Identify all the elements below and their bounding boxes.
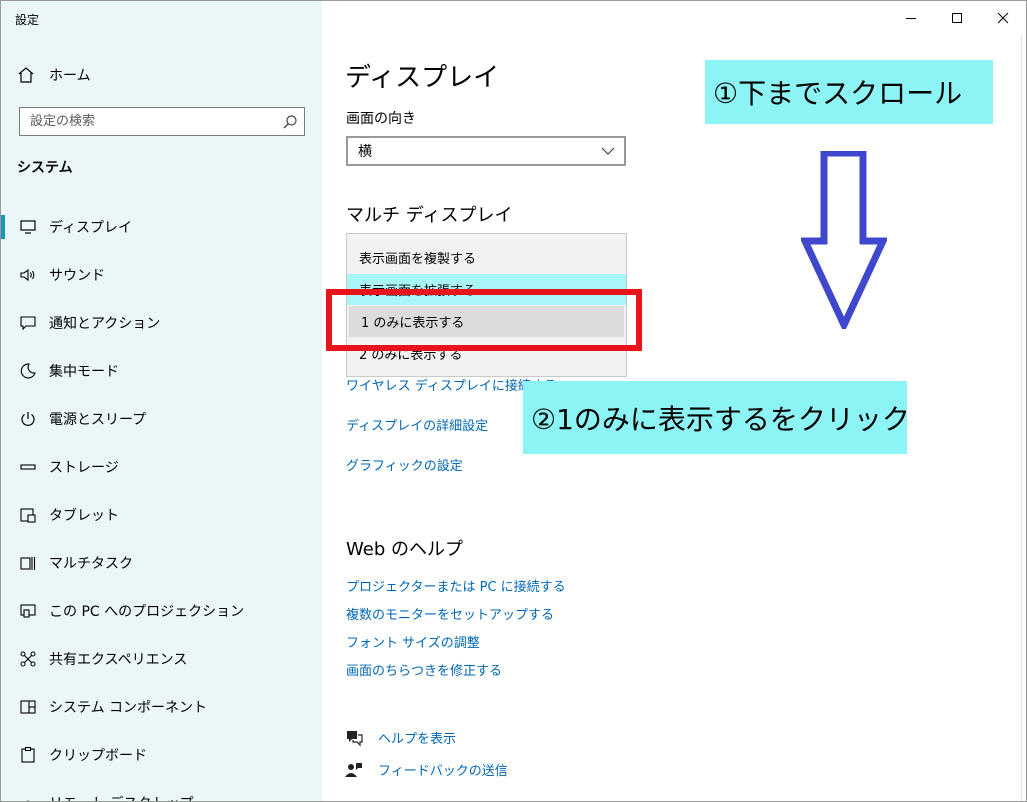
search-box[interactable] xyxy=(19,107,305,136)
annotation-step1-text: ①下までスクロール xyxy=(713,77,963,110)
multi-display-title: マルチ ディスプレイ xyxy=(346,205,513,226)
sidebar-item-label: ディスプレイ xyxy=(49,220,133,236)
sidebar-item-shared[interactable]: 共有エクスペリエンス xyxy=(1,635,322,683)
help-link-font-size[interactable]: フォント サイズの調整 xyxy=(346,632,480,651)
sidebar-item-clipboard[interactable]: クリップボード xyxy=(1,731,322,779)
power-icon xyxy=(18,409,38,429)
sidebar-item-focus[interactable]: 集中モード xyxy=(1,347,322,395)
down-arrow-icon xyxy=(799,149,889,334)
sidebar-item-power[interactable]: 電源とスリープ xyxy=(1,395,322,443)
sidebar-item-projection[interactable]: この PC へのプロジェクション xyxy=(1,587,322,635)
help-link-projector[interactable]: プロジェクターまたは PC に接続する xyxy=(346,576,566,595)
web-help-title: Web のヘルプ xyxy=(346,539,463,560)
scrollbar-track[interactable] xyxy=(1021,35,1022,801)
graphics-settings-link[interactable]: グラフィックの設定 xyxy=(346,455,463,474)
sidebar-item-notifications[interactable]: 通知とアクション xyxy=(1,299,322,347)
search-icon[interactable] xyxy=(282,114,298,134)
help-link-multi-monitor[interactable]: 複数のモニターをセットアップする xyxy=(346,604,554,623)
help-link-flicker[interactable]: 画面のちらつきを修正する xyxy=(346,660,502,679)
sidebar-item-components[interactable]: システム コンポーネント xyxy=(1,683,322,731)
storage-icon xyxy=(18,457,38,477)
annotation-step2: ②1のみに表示するをクリック xyxy=(523,381,910,454)
sidebar-item-label: ストレージ xyxy=(49,460,119,476)
home-link[interactable]: ホーム xyxy=(17,64,91,86)
sidebar-item-label: 集中モード xyxy=(49,364,119,380)
sidebar-item-display[interactable]: ディスプレイ xyxy=(1,203,322,251)
advanced-display-link[interactable]: ディスプレイの詳細設定 xyxy=(346,415,488,434)
dropdown-option-duplicate[interactable]: 表示画面を複製する xyxy=(347,242,626,273)
share-icon xyxy=(18,649,38,669)
get-help-label: ヘルプを表示 xyxy=(378,732,457,747)
sidebar-item-label: サウンド xyxy=(49,268,105,284)
search-input[interactable] xyxy=(20,108,270,135)
sidebar-item-tablet[interactable]: タブレット xyxy=(1,491,322,539)
sidebar-item-remote[interactable]: リモート デスクトップ xyxy=(1,779,322,801)
home-label: ホーム xyxy=(49,68,91,84)
orientation-dropdown[interactable]: 横 xyxy=(346,136,626,166)
projection-icon xyxy=(18,601,38,621)
orientation-label: 画面の向き xyxy=(346,111,416,127)
feedback-icon xyxy=(344,761,366,779)
page-title: ディスプレイ xyxy=(345,63,500,93)
sidebar-item-storage[interactable]: ストレージ xyxy=(1,443,322,491)
orientation-value: 横 xyxy=(358,144,372,160)
sidebar-nav: ディスプレイ サウンド 通知とアクション 集中モード 電源とスリープ ストレージ xyxy=(1,203,322,801)
clipboard-icon xyxy=(18,745,38,765)
sidebar: 設定 ホーム システム ディスプレイ サウンド xyxy=(1,1,322,801)
section-title: システム xyxy=(17,160,73,176)
home-icon xyxy=(17,66,37,84)
sidebar-item-label: クリップボード xyxy=(49,748,147,764)
chevron-down-icon xyxy=(600,144,616,162)
sidebar-item-label: 共有エクスペリエンス xyxy=(49,652,188,668)
sidebar-item-label: 電源とスリープ xyxy=(49,412,147,428)
remote-icon xyxy=(18,793,38,801)
annotation-step1: ①下までスクロール xyxy=(705,60,993,124)
sidebar-item-label: この PC へのプロジェクション xyxy=(49,604,245,620)
sidebar-item-label: マルチタスク xyxy=(49,556,133,572)
highlight-box xyxy=(326,289,642,351)
notification-icon xyxy=(18,313,38,333)
monitor-icon xyxy=(18,217,38,237)
annotation-step2-text: ②1のみに表示するをクリック xyxy=(531,402,910,436)
feedback-label: フィードバックの送信 xyxy=(378,764,508,779)
get-help-link[interactable]: ヘルプを表示 xyxy=(344,728,456,747)
sidebar-item-label: タブレット xyxy=(49,508,119,524)
feedback-link[interactable]: フィードバックの送信 xyxy=(344,760,508,779)
sidebar-item-sound[interactable]: サウンド xyxy=(1,251,322,299)
sidebar-item-label: システム コンポーネント xyxy=(49,700,208,716)
window-title: 設定 xyxy=(15,13,40,27)
sidebar-item-label: 通知とアクション xyxy=(49,316,161,332)
settings-window: 設定 ホーム システム ディスプレイ サウンド xyxy=(0,0,1027,802)
component-icon xyxy=(18,697,38,717)
tablet-icon xyxy=(18,505,38,525)
sidebar-item-multitask[interactable]: マルチタスク xyxy=(1,539,322,587)
moon-icon xyxy=(18,361,38,381)
sidebar-item-label: リモート デスクトップ xyxy=(49,793,193,801)
speaker-icon xyxy=(18,265,38,285)
multitask-icon xyxy=(18,553,38,573)
help-chat-icon xyxy=(344,729,366,747)
